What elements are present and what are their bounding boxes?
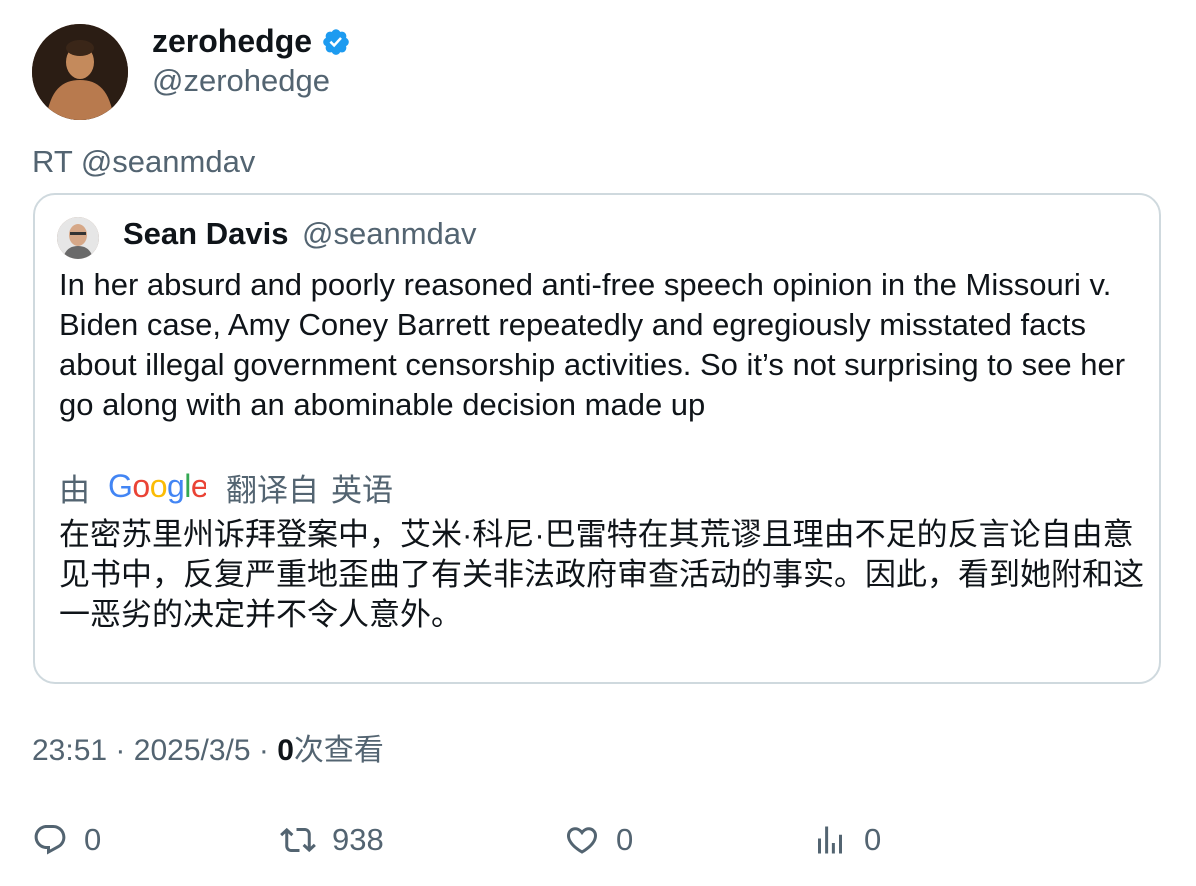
svg-text:Google: Google [108,470,206,504]
retweet-button[interactable]: 938 [280,818,384,862]
views-chart-icon [818,826,842,854]
google-logo-wordmark: Google [108,470,206,504]
quoted-author-handle[interactable]: @seanmdav [302,215,477,253]
google-logo-icon: Google [108,470,206,504]
views-button[interactable]: 0 [812,818,881,862]
verified-badge-icon [321,27,351,57]
quoted-tweet-card[interactable]: Sean Davis @seanmdav In her absurd and p… [33,193,1161,684]
reply-count: 0 [84,822,102,857]
reply-button[interactable]: 0 [32,818,101,862]
meta-separator: · [115,734,126,767]
author-avatar[interactable] [32,24,128,120]
retweet-count: 938 [332,822,384,857]
retweet-label: RT @seanmdav [32,144,256,179]
reply-icon [34,825,66,855]
views-action-count: 0 [864,822,882,857]
like-count: 0 [616,822,634,857]
translated-tweet-text: 在密苏里州诉拜登案中，艾米·科尼·巴雷特在其荒谬且理由不足的反言论自由意见书中，… [59,517,1144,632]
retweet-icon [280,827,316,853]
views-count: 0 [277,734,294,767]
views-label: 次查看 [293,734,384,767]
quoted-author-avatar[interactable] [57,217,99,259]
translation-attribution: 由 Google 翻译自 英语 [59,467,393,508]
translation-from-label: 翻译自 [226,472,319,508]
translation-by-label: 由 [59,472,90,508]
author-handle[interactable]: @zerohedge [152,62,330,100]
tweet-meta: 23:51 · 2025/3/5 · 0次查看 [32,732,384,770]
translation-language: 英语 [331,472,393,508]
quoted-author-name[interactable]: Sean Davis [123,215,288,253]
author-display-name[interactable]: zerohedge [152,22,312,60]
quoted-tweet-text: In her absurd and poorly reasoned anti-f… [59,267,1126,422]
meta-separator: · [258,734,269,767]
heart-icon [566,827,598,854]
tweet-date[interactable]: 2025/3/5 [134,734,251,767]
tweet-time[interactable]: 23:51 [32,734,107,767]
like-button[interactable]: 0 [564,818,633,862]
